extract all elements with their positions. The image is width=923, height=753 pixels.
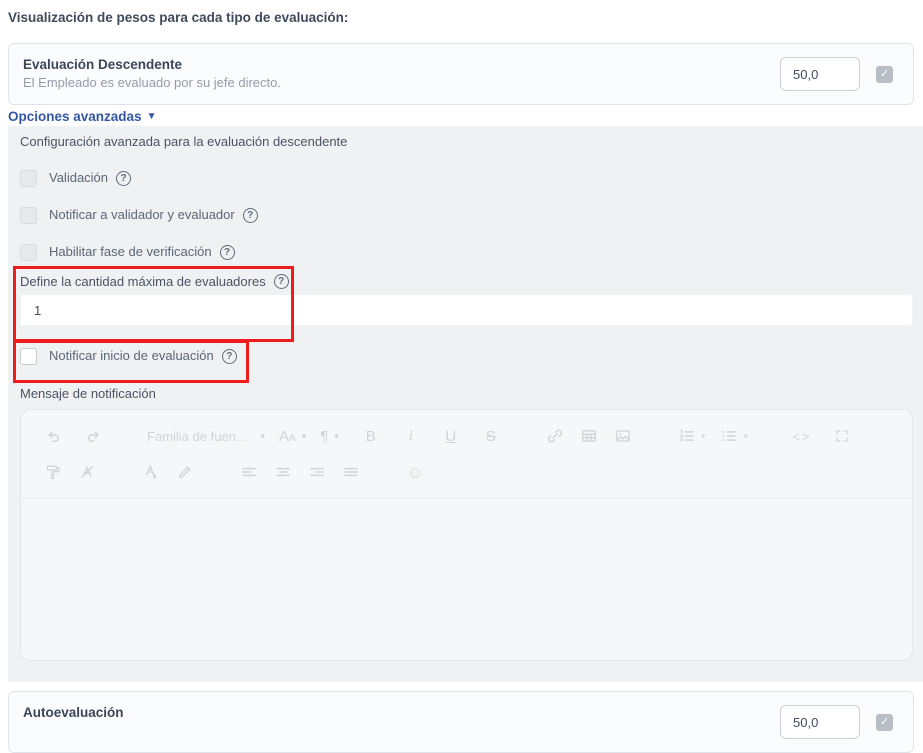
bold-icon[interactable]: B (361, 425, 381, 447)
align-left-icon[interactable] (239, 461, 259, 483)
check-icon: ✓ (880, 69, 889, 80)
undo-icon[interactable] (43, 425, 63, 447)
checkbox-label: Validación (49, 170, 108, 186)
advanced-options-toggle[interactable]: Opciones avanzadas ▼ (8, 109, 156, 125)
highlight-color-icon[interactable] (175, 461, 195, 483)
habilitar-verificacion-checkbox[interactable] (20, 244, 37, 261)
checkbox-row-notificar-inicio: Notificar inicio de evaluación ? (20, 347, 913, 365)
card-description: El Empleado es evaluado por su jefe dire… (23, 75, 281, 91)
insert-link-icon[interactable] (545, 425, 565, 447)
card-text: Evaluación Descendente El Empleado es ev… (23, 56, 281, 91)
weight-input[interactable] (780, 705, 860, 739)
align-group (239, 461, 361, 483)
checkbox-row-validacion: Validación ? (20, 169, 913, 187)
advanced-options-panel: Configuración avanzada para la evaluació… (8, 126, 923, 682)
checkbox-label: Habilitar fase de verificación (49, 244, 212, 260)
panel-title: Configuración avanzada para la evaluació… (20, 134, 913, 150)
weight-input[interactable] (780, 57, 860, 91)
advanced-options-label: Opciones avanzadas (8, 109, 142, 125)
checkbox-row-habilitar-verificacion: Habilitar fase de verificación ? (20, 243, 913, 261)
evaluation-card-descendente: Evaluación Descendente El Empleado es ev… (8, 43, 914, 105)
checkbox-label: Notificar a validador y evaluador (49, 207, 235, 223)
underline-icon[interactable]: U (441, 425, 461, 447)
redo-icon[interactable] (83, 425, 103, 447)
help-icon[interactable]: ? (116, 171, 131, 186)
max-evaluators-label: Define la cantidad máxima de evaluadores (20, 274, 266, 289)
page-title: Visualización de pesos para cada tipo de… (0, 0, 923, 30)
card-title: Autoevaluación (23, 704, 124, 721)
notification-message-editor: Familia de fuen... ▾ AA ▾ ¶ ▾ B i (20, 409, 913, 661)
emoji-group: ☺ (405, 461, 425, 483)
unordered-list-button[interactable]: ▾ (719, 425, 748, 447)
font-family-select[interactable]: Familia de fuen... ▾ (147, 429, 265, 444)
caret-down-icon: ▾ (302, 431, 307, 442)
align-center-icon[interactable] (273, 461, 293, 483)
check-icon: ✓ (880, 717, 889, 728)
toolbar-row-2: ☺ (43, 458, 896, 486)
fullscreen-icon[interactable] (832, 425, 852, 447)
help-icon[interactable]: ? (243, 208, 258, 223)
emoji-icon[interactable]: ☺ (405, 461, 425, 483)
card-title: Evaluación Descendente (23, 56, 281, 73)
ordered-list-icon (677, 425, 697, 447)
notification-message-label: Mensaje de notificación (20, 386, 913, 402)
paragraph-format-select[interactable]: ¶ ▾ (320, 428, 339, 445)
ordered-list-button[interactable]: ▾ (677, 425, 706, 447)
notificar-inicio-checkbox[interactable] (20, 348, 37, 365)
notificar-validador-checkbox[interactable] (20, 207, 37, 224)
max-evaluators-input[interactable] (20, 294, 913, 326)
card-controls: ✓ (780, 57, 893, 91)
code-view-icon[interactable]: <> (792, 425, 812, 447)
history-group (43, 425, 103, 447)
caret-down-icon: ▾ (260, 431, 265, 442)
help-icon[interactable]: ? (220, 245, 235, 260)
caret-down-icon: ▾ (334, 431, 339, 442)
card-controls: ✓ (780, 705, 893, 739)
italic-icon[interactable]: i (401, 425, 421, 447)
editor-toolbar: Familia de fuen... ▾ AA ▾ ¶ ▾ B i (21, 410, 912, 486)
insert-group (545, 425, 633, 447)
weight-checkbox[interactable]: ✓ (876, 714, 893, 731)
editor-content-area[interactable] (21, 499, 912, 649)
view-group: <> (792, 425, 852, 447)
strikethrough-icon[interactable]: S (481, 425, 501, 447)
clear-format-icon[interactable] (77, 461, 97, 483)
toolbar-row-1: Familia de fuen... ▾ AA ▾ ¶ ▾ B i (43, 422, 896, 450)
evaluation-card-autoevaluacion: Autoevaluación ✓ (8, 691, 914, 753)
caret-down-icon[interactable]: ▾ (701, 431, 706, 442)
checkbox-label: Notificar inicio de evaluación (49, 348, 214, 364)
text-style-group: B i U S (361, 425, 501, 447)
format-tools-group (43, 461, 97, 483)
unordered-list-icon (719, 425, 739, 447)
paint-format-icon[interactable] (43, 461, 63, 483)
caret-down-icon: ▼ (147, 109, 157, 125)
align-justify-icon[interactable] (341, 461, 361, 483)
insert-table-icon[interactable] (579, 425, 599, 447)
list-group: ▾ ▾ (677, 425, 748, 447)
validacion-checkbox[interactable] (20, 170, 37, 187)
format-selects-group: Familia de fuen... ▾ AA ▾ ¶ ▾ (147, 428, 339, 445)
max-evaluators-label-row: Define la cantidad máxima de evaluadores… (20, 273, 913, 289)
insert-image-icon[interactable] (613, 425, 633, 447)
help-icon[interactable]: ? (274, 274, 289, 289)
help-icon[interactable]: ? (222, 349, 237, 364)
align-right-icon[interactable] (307, 461, 327, 483)
font-size-select[interactable]: AA ▾ (279, 428, 306, 445)
color-tools-group (141, 461, 195, 483)
weight-checkbox[interactable]: ✓ (876, 66, 893, 83)
card-text: Autoevaluación (23, 704, 124, 721)
font-color-icon[interactable] (141, 461, 161, 483)
checkbox-row-notificar-validador: Notificar a validador y evaluador ? (20, 206, 913, 224)
caret-down-icon[interactable]: ▾ (743, 431, 748, 442)
